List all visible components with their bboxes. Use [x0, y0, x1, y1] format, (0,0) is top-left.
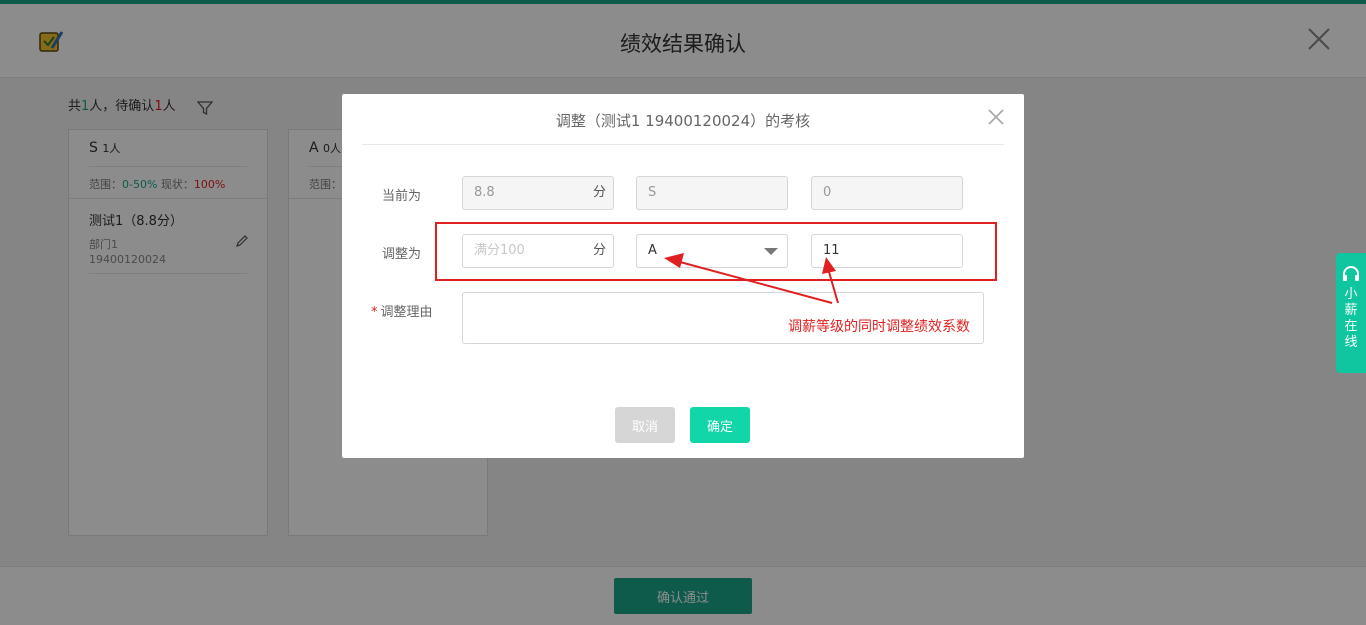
ok-button[interactable]: 确定	[690, 407, 750, 443]
highlight-box	[435, 222, 997, 281]
current-label: 当前为	[382, 189, 422, 204]
online-service-widget[interactable]: 小薪在线	[1336, 253, 1366, 373]
dialog-title: 调整（测试1 19400120024）的考核	[555, 112, 811, 130]
reason-label: * 调整理由	[371, 305, 433, 320]
current-score-field: 8.8 分	[462, 176, 614, 210]
current-coef-field: 0	[811, 176, 963, 210]
headset-icon	[1343, 266, 1359, 281]
current-grade-field: S	[636, 176, 788, 210]
annotation-text: 调薪等级的同时调整绩效系数	[788, 319, 970, 335]
widget-label: 小薪在线	[1344, 287, 1358, 350]
adjust-label: 调整为	[382, 247, 422, 262]
divider	[362, 144, 1004, 145]
dialog-close-icon[interactable]	[986, 107, 1006, 127]
cancel-button[interactable]: 取消	[615, 407, 675, 443]
